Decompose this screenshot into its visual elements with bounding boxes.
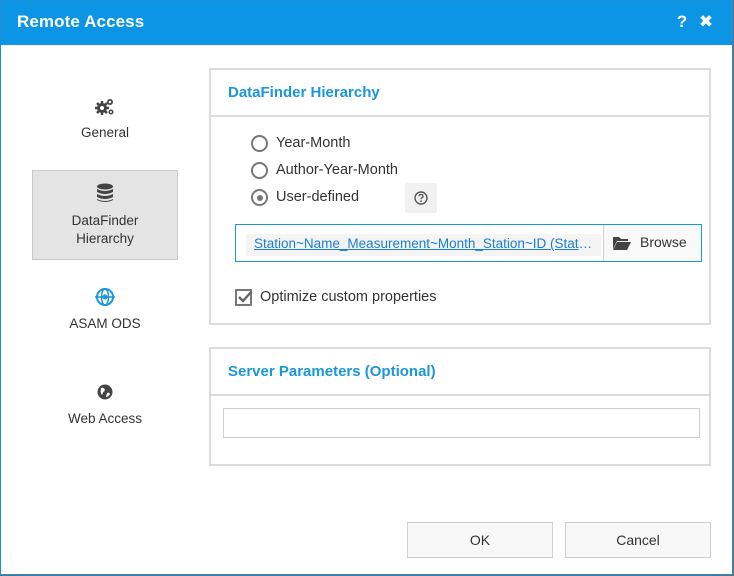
radio-button[interactable]	[251, 135, 268, 152]
database-icon	[97, 183, 113, 202]
checkbox[interactable]	[235, 289, 252, 306]
radio-label: User-defined	[276, 189, 360, 205]
question-circle-icon	[414, 191, 428, 205]
browse-button[interactable]: Browse	[603, 225, 701, 261]
checkbox-label: Optimize custom properties	[260, 289, 437, 305]
close-button[interactable]: ✖	[696, 12, 716, 34]
sidebar-item-web-access[interactable]: Web Access	[32, 383, 178, 431]
radio-label: Author-Year-Month	[276, 162, 398, 178]
sidebar-item-general[interactable]: General	[32, 93, 178, 149]
cancel-button[interactable]: Cancel	[565, 522, 711, 558]
globe-icon	[97, 384, 113, 400]
sidebar-item-label: DataFinder Hierarchy	[71, 213, 139, 246]
browse-label: Browse	[640, 234, 687, 250]
user-defined-help-button[interactable]	[405, 183, 437, 213]
panel-title: DataFinder Hierarchy	[228, 84, 380, 101]
radio-label: Year-Month	[276, 135, 351, 151]
remote-access-dialog: Remote Access ? ✖ General DataFinder Hie…	[0, 0, 733, 575]
gears-icon	[95, 99, 114, 115]
sidebar-item-label: General	[80, 125, 130, 140]
title-bar[interactable]: Remote Access ? ✖	[1, 1, 732, 45]
ok-button[interactable]: OK	[407, 522, 553, 558]
panel-header: Server Parameters (Optional)	[211, 349, 709, 396]
sidebar-item-datafinder-hierarchy[interactable]: DataFinder Hierarchy	[32, 170, 178, 260]
datafinder-hierarchy-panel: DataFinder Hierarchy Year-Month Author-Y…	[209, 68, 711, 325]
sidebar-item-asam-ods[interactable]: ASAM ODS	[32, 287, 178, 337]
hierarchy-path-field[interactable]: Station~Name_Measurement~Month_Station~I…	[235, 224, 702, 262]
checkmark-icon	[238, 291, 252, 303]
radio-button[interactable]	[251, 189, 268, 206]
panel-header: DataFinder Hierarchy	[211, 70, 709, 117]
sidebar-item-label: ASAM ODS	[69, 316, 141, 331]
server-parameters-input[interactable]	[223, 408, 700, 438]
dialog-title: Remote Access	[17, 12, 145, 31]
radio-button[interactable]	[251, 162, 268, 179]
panel-title: Server Parameters (Optional)	[228, 363, 436, 380]
hierarchy-path-link[interactable]: Station~Name_Measurement~Month_Station~I…	[246, 234, 601, 256]
sidebar-item-label: Web Access	[67, 411, 143, 426]
server-parameters-panel: Server Parameters (Optional)	[209, 347, 711, 466]
folder-open-icon	[613, 237, 631, 250]
help-button[interactable]: ?	[672, 12, 692, 34]
asam-ods-icon	[95, 288, 115, 306]
sidebar-nav: General DataFinder Hierarchy ASAM ODS We…	[1, 45, 209, 575]
